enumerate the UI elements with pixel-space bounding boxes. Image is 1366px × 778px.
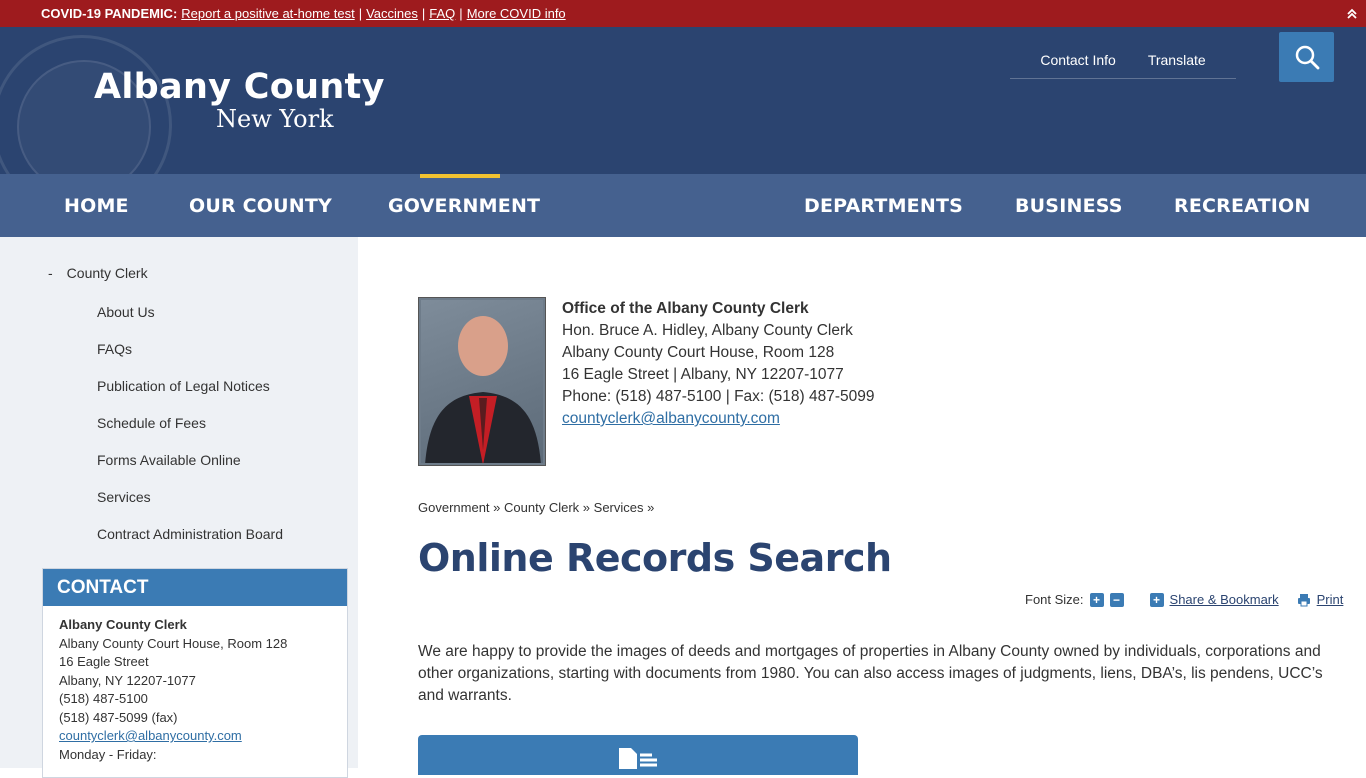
search-button[interactable] [1279, 32, 1334, 82]
sidebar-item-legal-notices[interactable]: Publication of Legal Notices [97, 377, 283, 414]
contact-widget: CONTACT Albany County Clerk Albany Count… [42, 568, 348, 778]
page-tools: Font Size: + − + Share & Bookmark Print [1025, 592, 1343, 607]
site-logo-title[interactable]: Albany County [94, 67, 385, 107]
alert-link-more-covid[interactable]: More COVID info [467, 6, 566, 21]
sidebar-subnav: About Us FAQs Publication of Legal Notic… [97, 303, 283, 562]
utility-links: Contact Info Translate [1010, 41, 1236, 79]
contact-body: Albany County Clerk Albany County Court … [43, 606, 347, 774]
nav-business[interactable]: BUSINESS [1015, 174, 1123, 237]
office-line: Albany County Court House, Room 128 [562, 344, 835, 361]
sidebar-item-forms-online[interactable]: Forms Available Online [97, 451, 283, 488]
site-header: Albany County New York Contact Info Tran… [0, 27, 1366, 174]
breadcrumb-government[interactable]: Government [418, 500, 490, 515]
contact-line: (518) 487-5100 [59, 691, 148, 706]
nav-recreation[interactable]: RECREATION [1174, 174, 1310, 237]
main-nav: HOME OUR COUNTY GOVERNMENT DEPARTMENTS B… [0, 174, 1366, 237]
sidebar-item-schedule-of-fees[interactable]: Schedule of Fees [97, 414, 283, 451]
contact-line: Albany, NY 12207-1077 [59, 672, 196, 688]
chevron-double-up-icon [1347, 8, 1357, 19]
contact-email-link[interactable]: countyclerk@albanycounty.com [59, 728, 242, 743]
intro-paragraph: We are happy to provide the images of de… [418, 643, 1323, 704]
nav-home[interactable]: HOME [64, 174, 129, 237]
translate-link[interactable]: Translate [1148, 52, 1206, 68]
contact-name: Albany County Clerk [59, 617, 187, 632]
sidebar-item-contract-board[interactable]: Contract Administration Board [97, 525, 283, 562]
office-email-link[interactable]: countyclerk@albanycounty.com [562, 410, 780, 427]
share-bookmark-link[interactable]: Share & Bookmark [1170, 592, 1279, 607]
office-title: Office of the Albany County Clerk [562, 300, 809, 317]
nav-departments[interactable]: DEPARTMENTS [804, 174, 963, 237]
nav-our-county[interactable]: OUR COUNTY [189, 174, 332, 237]
nav-government[interactable]: GOVERNMENT [388, 174, 540, 237]
alert-link-vaccines[interactable]: Vaccines [366, 6, 418, 21]
font-increase-button[interactable]: + [1089, 592, 1104, 607]
print-icon[interactable] [1297, 593, 1311, 607]
contact-hours: Monday - Friday: [59, 746, 157, 762]
office-line: Phone: (518) 487-5100 | Fax: (518) 487-5… [562, 388, 875, 405]
sidebar-item-faqs[interactable]: FAQs [97, 340, 283, 377]
breadcrumb-county-clerk[interactable]: County Clerk [504, 500, 579, 515]
sidebar-item-about-us[interactable]: About Us [97, 303, 283, 340]
sidebar-item-services[interactable]: Services [97, 488, 283, 525]
collapse-minus-icon[interactable]: - [48, 265, 53, 281]
contact-line: Albany County Court House, Room 128 [59, 635, 288, 651]
office-line: Hon. Bruce A. Hidley, Albany County Cler… [562, 322, 853, 339]
contact-line: 16 Eagle Street [59, 654, 149, 669]
contact-heading: CONTACT [43, 569, 347, 606]
sidebar-parent-county-clerk[interactable]: - County Clerk [48, 265, 148, 281]
site-logo-subtitle[interactable]: New York [216, 105, 334, 133]
document-icon [619, 748, 657, 769]
contact-line: (518) 487-5099 (fax) [59, 709, 178, 725]
person-photo-icon [425, 316, 541, 463]
share-plus-icon[interactable]: + [1149, 592, 1164, 607]
search-icon [1295, 45, 1319, 70]
alert-label: COVID-19 PANDEMIC: [41, 6, 178, 21]
records-search-button[interactable] [418, 735, 858, 775]
breadcrumb-services[interactable]: Services [594, 500, 644, 515]
alert-link-faq[interactable]: FAQ [429, 6, 455, 21]
alert-link-report-test[interactable]: Report a positive at-home test [181, 6, 354, 21]
clerk-portrait [418, 297, 546, 466]
alert-collapse-button[interactable] [1338, 0, 1366, 27]
page-title: Online Records Search [418, 536, 892, 580]
breadcrumb: Government » County Clerk » Services » [418, 500, 655, 515]
office-info: Office of the Albany County Clerk Hon. B… [562, 298, 875, 430]
contact-info-link[interactable]: Contact Info [1040, 52, 1116, 68]
sidebar: - County Clerk About Us FAQs Publication… [0, 237, 358, 778]
font-size-label: Font Size: [1025, 592, 1084, 607]
covid-alert-bar: COVID-19 PANDEMIC: Report a positive at-… [0, 0, 1366, 27]
print-link[interactable]: Print [1317, 592, 1344, 607]
font-decrease-button[interactable]: − [1109, 592, 1124, 607]
office-line: 16 Eagle Street | Albany, NY 12207-1077 [562, 366, 844, 383]
